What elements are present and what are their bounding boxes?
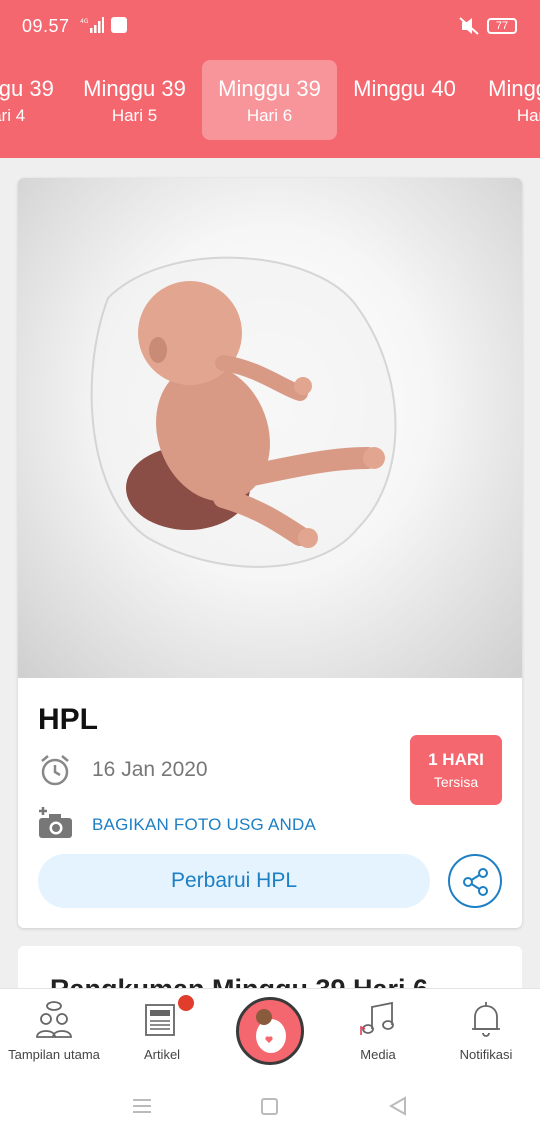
tab-week-label: Minggu 40 [353,76,456,101]
nav-home[interactable]: Tampilan utama [0,989,108,1077]
tab-week39-day6[interactable]: Minggu 39 Hari 6 [202,60,337,140]
nav-notifications-label: Notifikasi [459,1047,513,1062]
tab-day-label: Hari 1 [516,106,540,125]
fetus-illustration [18,178,522,678]
signal-icon: 4G [80,17,104,33]
card-title: HPL [38,703,98,736]
pregnancy-center-button[interactable] [236,997,304,1065]
update-due-date-button[interactable]: Perbarui HPL [38,854,430,908]
tab-week40-day1[interactable]: Minggu 40 Hari 1 [472,60,540,140]
tab-week40[interactable]: Minggu 40 [337,60,472,140]
status-time: 09.57 [22,16,70,36]
fetus-image [90,256,397,568]
tab-day-label: Hari 6 [246,106,293,125]
nav-articles[interactable]: Artikel [108,989,216,1077]
home-people-icon [36,1001,72,1038]
week-day-tabs: Minggu 39 Hari 4 Minggu 39 Hari 5 Minggu… [0,60,540,140]
tab-week39-day5[interactable]: Minggu 39 Hari 5 [67,60,202,140]
app-notification-icon [111,17,127,33]
nav-notifications[interactable]: Notifikasi [432,989,540,1077]
mute-vibrate-icon [459,17,479,35]
add-camera-icon[interactable] [36,806,74,840]
tab-day-label: Hari 5 [111,106,158,125]
alarm-clock-icon [41,755,69,786]
app-header: 09.57 4G 77 Minggu 39 Hari 4 Minggu 39 H… [0,0,540,158]
status-bar: 09.57 4G 77 [0,0,540,54]
share-icon [463,868,488,896]
tab-week-label: Minggu 39 [218,76,321,101]
tab-day-label: Hari 4 [0,106,26,125]
newspaper-icon [145,1004,175,1036]
music-note-icon [360,1001,394,1035]
tab-week-label: Minggu 39 [83,76,186,101]
days-remaining-label: Tersisa [433,774,479,790]
back-icon[interactable] [388,1096,408,1116]
share-button[interactable] [448,854,502,908]
network-label: 4G [80,18,89,25]
bottom-navigation: Tampilan utama Artikel Media Notifikasi [0,988,540,1076]
menu-icon[interactable] [132,1098,152,1114]
tab-week39-day4[interactable]: Minggu 39 Hari 4 [0,60,70,140]
nav-articles-label: Artikel [143,1047,181,1062]
due-date-value: 16 Jan 2020 [92,758,208,781]
bell-icon [472,1002,500,1037]
pregnancy-center-icon [256,1009,286,1053]
system-navigation-bar [0,1076,540,1140]
nav-media-label: Media [360,1047,396,1062]
days-remaining-badge: 1 HARI Tersisa [410,735,502,805]
notification-dot [178,995,194,1011]
days-remaining-count: 1 HARI [428,750,484,769]
battery-icon: 77 [487,18,517,34]
share-usg-photo-link[interactable]: BAGIKAN FOTO USG ANDA [92,815,316,835]
tab-week-label: Minggu 39 [0,76,54,101]
tab-week-label: Minggu 40 [488,76,540,101]
nav-home-label: Tampilan utama [8,1047,100,1062]
home-icon[interactable] [261,1098,278,1115]
due-date-card: HPL 16 Jan 2020 1 HARI Tersisa BAGIKAN F… [18,178,522,928]
nav-media[interactable]: Media [324,989,432,1077]
